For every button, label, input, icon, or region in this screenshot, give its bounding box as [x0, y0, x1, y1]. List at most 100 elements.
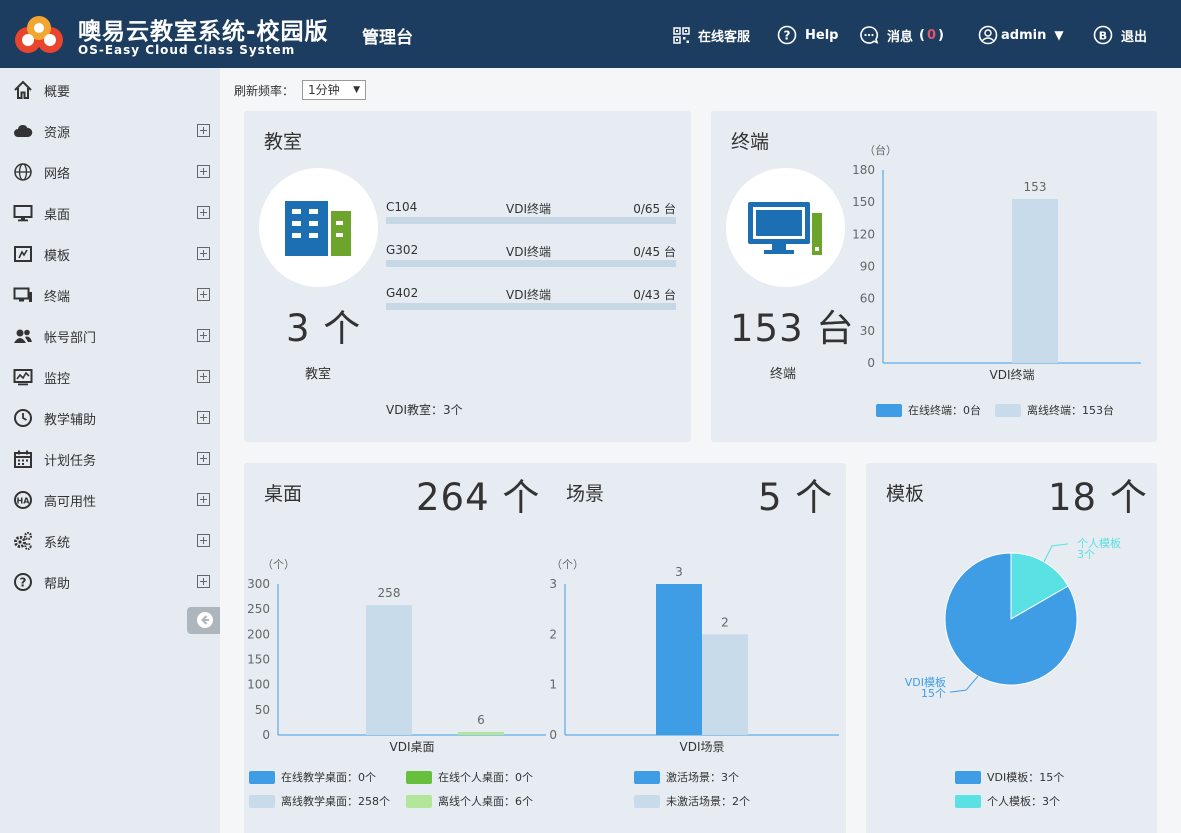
expand-icon[interactable] [197, 452, 210, 465]
expand-icon[interactable] [197, 206, 210, 219]
expand-icon[interactable] [197, 124, 210, 137]
y-tick-label: 1 [549, 678, 557, 692]
sidebar-item-label: 教学辅助 [44, 413, 97, 428]
legend-swatch [406, 770, 432, 784]
desktop-bar-chart: （个） 0 50 100 150 200 250 300 VDI桌面 258 6 [247, 558, 546, 754]
legend-online-teaching-desktop[interactable]: 在线教学桌面：0个 [249, 770, 376, 784]
sidebar-item-overview[interactable]: 概要 [0, 69, 220, 110]
sidebar-collapse-button[interactable] [187, 607, 220, 634]
expand-icon[interactable] [197, 493, 210, 506]
sidebar-item-teaching[interactable]: 教学辅助 [0, 397, 220, 438]
sidebar-item-resources[interactable]: 资源 [0, 110, 220, 151]
legend-online-terminal[interactable]: 在线终端：0台 [876, 403, 981, 417]
room-type: VDI终端 [506, 288, 551, 302]
legend-offline-teaching-desktop[interactable]: 离线教学桌面：258个 [249, 794, 390, 808]
terminal-label: 终端 [770, 367, 797, 382]
expand-icon[interactable] [197, 329, 210, 342]
sidebar-item-terminal[interactable]: 终端 [0, 274, 220, 315]
logout-button[interactable]: B 退出 [1093, 24, 1147, 46]
legend-label: 在线终端：0台 [908, 404, 981, 417]
refresh-rate-select[interactable]: 1分钟 ▼ [302, 80, 366, 100]
classroom-icon-circle [259, 168, 378, 287]
sidebar-item-network[interactable]: 网络 [0, 151, 220, 192]
y-tick-label: 100 [247, 678, 270, 692]
legend-swatch [995, 403, 1021, 417]
room-usage-bar [386, 260, 676, 267]
calendar-icon [14, 450, 32, 468]
legend-swatch [634, 770, 660, 784]
sidebar-item-help[interactable]: ? 帮助 [0, 561, 220, 602]
room-usage-bar [386, 303, 676, 310]
legend-label: 激活场景：3个 [666, 771, 739, 784]
sidebar-item-label: 监控 [44, 372, 71, 387]
x-tick-label: VDI场景 [680, 740, 725, 754]
sidebar-item-monitor[interactable]: 监控 [0, 356, 220, 397]
y-tick-label: 150 [852, 195, 875, 209]
vdi-classroom-summary: VDI教室：3个 [386, 403, 463, 417]
user-icon [978, 25, 998, 45]
legend-offline-terminal[interactable]: 离线终端：153台 [995, 403, 1114, 417]
refresh-rate-value: 1分钟 [308, 83, 340, 97]
expand-icon[interactable] [197, 288, 210, 301]
messages-paren-open: ( [919, 27, 925, 43]
sidebar-item-ha[interactable]: HA 高可用性 [0, 479, 220, 520]
room-type: VDI终端 [506, 245, 551, 259]
sidebar-item-system[interactable]: 系统 [0, 520, 220, 561]
room-online-count: 0/43 台 [633, 288, 676, 302]
help-icon: ? [14, 573, 32, 591]
sidebar-item-schedule[interactable]: 计划任务 [0, 438, 220, 479]
messages-button[interactable]: 消息 ( 0 ) [859, 24, 944, 46]
desktop-title: 桌面 [264, 483, 303, 505]
computer-icon [748, 202, 822, 255]
user-menu-button[interactable]: admin ▼ [978, 24, 1064, 46]
expand-icon[interactable] [197, 247, 210, 260]
template-title: 模板 [886, 483, 925, 505]
classroom-title: 教室 [264, 131, 303, 153]
legend-active-scene[interactable]: 激活场景：3个 [634, 770, 739, 784]
terminal-count: 153 台 [730, 307, 855, 350]
room-online-count: 0/65 台 [633, 202, 676, 216]
expand-icon[interactable] [197, 411, 210, 424]
svg-text:?: ? [20, 576, 27, 590]
sidebar-item-label: 计划任务 [44, 454, 97, 469]
management-label: 管理台 [362, 28, 413, 48]
legend-online-personal-desktop[interactable]: 在线个人桌面：0个 [406, 770, 533, 784]
terminal-title: 终端 [731, 131, 770, 153]
sidebar-item-desktop[interactable]: 桌面 [0, 192, 220, 233]
room-name: G302 [386, 243, 419, 257]
legend-vdi-template[interactable]: VDI模板：15个 [955, 770, 1064, 784]
expand-icon[interactable] [197, 575, 210, 588]
online-service-button[interactable]: 在线客服 [673, 24, 750, 46]
y-tick-label: 120 [852, 227, 875, 241]
legend-inactive-scene[interactable]: 未激活场景：2个 [634, 794, 750, 808]
expand-icon[interactable] [197, 165, 210, 178]
expand-icon[interactable] [197, 370, 210, 383]
y-tick-label: 3 [549, 577, 557, 591]
legend-personal-template[interactable]: 个人模板：3个 [955, 794, 1060, 808]
legend-offline-personal-desktop[interactable]: 离线个人桌面：6个 [406, 794, 533, 808]
y-tick-label: 90 [860, 260, 875, 274]
legend-label: VDI模板：15个 [987, 771, 1065, 784]
monitor-chart-icon [13, 369, 33, 386]
legend-label: 离线个人桌面：6个 [438, 795, 533, 808]
legend-swatch [634, 794, 660, 808]
caret-down-icon: ▼ [353, 85, 360, 95]
scene-bar-chart: （个） 0 1 2 3 VDI场景 3 2 [549, 558, 839, 754]
sidebar-item-label: 终端 [44, 290, 71, 305]
sidebar-item-label: 网络 [44, 167, 71, 182]
sidebar-item-accounts[interactable]: 帐号部门 [0, 315, 220, 356]
y-tick-label: 50 [255, 703, 270, 717]
pie-slice-value-label: 3个 [1077, 548, 1095, 561]
monitor-icon [13, 205, 33, 222]
x-tick-label: VDI终端 [990, 367, 1035, 382]
top-header: 噢易云教室系统-校园版 OS-Easy Cloud Class System 管… [0, 0, 1181, 68]
username-label: admin [1001, 27, 1047, 43]
users-icon [14, 329, 32, 343]
sidebar-item-template[interactable]: 模板 [0, 233, 220, 274]
help-button[interactable]: ? Help [777, 24, 838, 46]
svg-text:HA: HA [17, 497, 31, 506]
messages-label: 消息 [887, 29, 914, 45]
home-icon [14, 80, 32, 99]
expand-icon[interactable] [197, 534, 210, 547]
bar [1012, 198, 1058, 363]
